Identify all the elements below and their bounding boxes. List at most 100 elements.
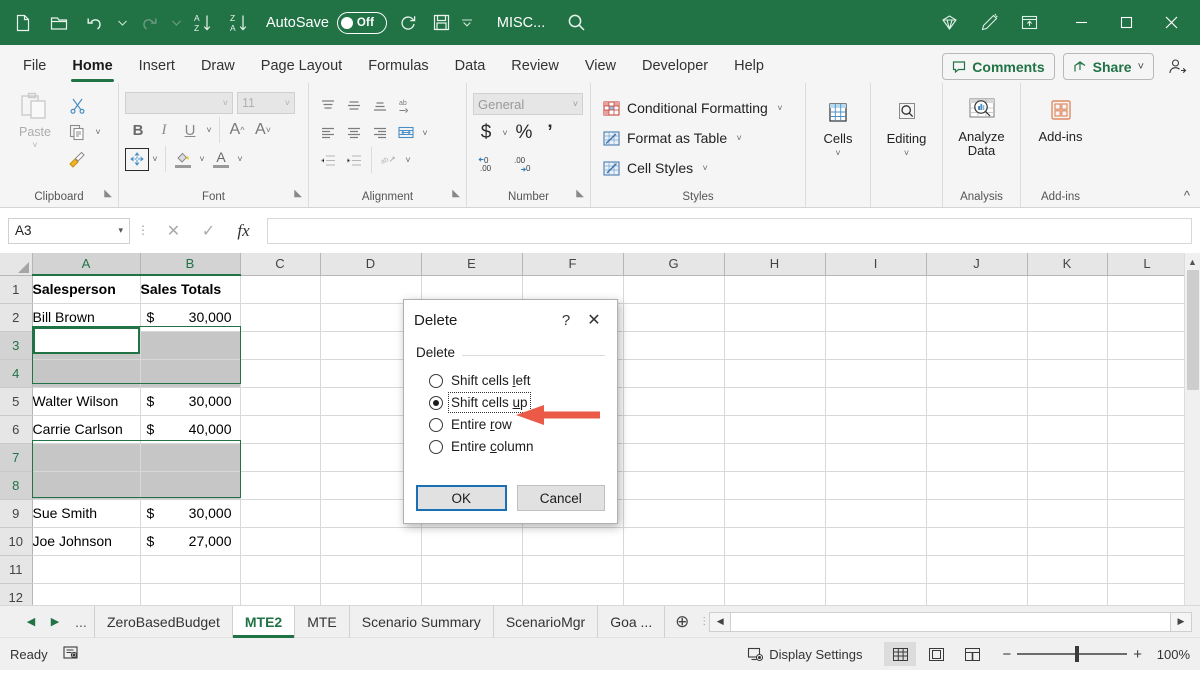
font-dialog-launcher[interactable]: ◣	[294, 184, 302, 204]
row-header-3[interactable]: 3	[0, 331, 32, 359]
normal-view-icon[interactable]	[884, 642, 916, 666]
cell-b10[interactable]: $27,000	[140, 527, 240, 555]
row-header-7[interactable]: 7	[0, 443, 32, 471]
undo-caret-icon[interactable]	[114, 6, 130, 40]
cell-l10[interactable]	[1107, 527, 1187, 555]
cell-g9[interactable]	[623, 499, 724, 527]
cell-b2[interactable]: $30,000	[140, 303, 240, 331]
cell-g7[interactable]	[623, 443, 724, 471]
cell-h2[interactable]	[724, 303, 825, 331]
ribbon-tab-draw[interactable]: Draw	[188, 49, 248, 83]
page-break-view-icon[interactable]	[956, 642, 988, 666]
cell-c2[interactable]	[240, 303, 320, 331]
share-button[interactable]: Share ˅	[1063, 53, 1154, 80]
cell-a1[interactable]: Salesperson	[32, 275, 140, 303]
name-box-caret-icon[interactable]: ▾	[118, 225, 123, 236]
row-header-2[interactable]: 2	[0, 303, 32, 331]
decrease-decimal-button[interactable]: .000	[510, 151, 536, 177]
cell-l1[interactable]	[1107, 275, 1187, 303]
name-box[interactable]: A3 ▾	[8, 218, 130, 244]
cell-e10[interactable]	[421, 527, 522, 555]
close-button[interactable]	[1149, 0, 1194, 45]
row-header-12[interactable]: 12	[0, 583, 32, 605]
refresh-icon[interactable]	[391, 6, 425, 40]
copy-icon[interactable]	[64, 120, 90, 144]
cell-a11[interactable]	[32, 555, 140, 583]
insert-function-icon[interactable]: fx	[226, 218, 261, 244]
cell-k12[interactable]	[1027, 583, 1107, 605]
sheet-tab-scenariomgr[interactable]: ScenarioMgr	[493, 606, 597, 638]
text-rotation-caret-icon[interactable]: ˅	[402, 155, 414, 165]
cell-h1[interactable]	[724, 275, 825, 303]
zoom-track[interactable]	[1017, 653, 1127, 655]
sheet-tab-goal[interactable]: Goa ...	[597, 606, 665, 638]
align-center-icon[interactable]	[341, 120, 367, 145]
cell-c12[interactable]	[240, 583, 320, 605]
accounting-format-button[interactable]: $	[473, 120, 499, 146]
cell-g10[interactable]	[623, 527, 724, 555]
cell-j3[interactable]	[926, 331, 1027, 359]
radio-shift-cells-left[interactable]: Shift cells left	[429, 373, 605, 388]
cell-h6[interactable]	[724, 415, 825, 443]
sort-za-icon[interactable]: Z A	[222, 6, 256, 40]
column-header-c[interactable]: C	[240, 253, 320, 275]
select-all-corner[interactable]	[0, 253, 32, 275]
formula-bar-grip[interactable]: ⋮	[136, 228, 150, 233]
cell-g12[interactable]	[623, 583, 724, 605]
sheet-tab-mte[interactable]: MTE	[294, 606, 349, 638]
fill-color-caret-icon[interactable]: ˅	[196, 154, 208, 164]
cell-k3[interactable]	[1027, 331, 1107, 359]
present-icon[interactable]	[1009, 6, 1049, 40]
cell-f10[interactable]	[522, 527, 623, 555]
zoom-in-button[interactable]: +	[1133, 646, 1142, 663]
cell-l6[interactable]	[1107, 415, 1187, 443]
ribbon-tab-developer[interactable]: Developer	[629, 49, 721, 83]
cell-b1[interactable]: Sales Totals	[140, 275, 240, 303]
cell-h4[interactable]	[724, 359, 825, 387]
format-as-table-caret-icon[interactable]: ˅	[733, 133, 745, 143]
analyze-data-button[interactable]: Analyze Data	[949, 93, 1014, 158]
column-header-l[interactable]: L	[1107, 253, 1187, 275]
column-header-g[interactable]: G	[623, 253, 724, 275]
cell-g3[interactable]	[623, 331, 724, 359]
ribbon-tab-page-layout[interactable]: Page Layout	[248, 49, 355, 83]
ribbon-tab-file[interactable]: File	[10, 49, 59, 83]
hscroll-right-arrow[interactable]: ▶	[1170, 612, 1192, 632]
cell-g5[interactable]	[623, 387, 724, 415]
horizontal-scrollbar[interactable]: ◀ ▶	[709, 611, 1192, 633]
minimize-button[interactable]	[1059, 0, 1104, 45]
underline-caret-icon[interactable]: ˅	[203, 125, 215, 135]
paste-caret-icon[interactable]: ˅	[29, 140, 41, 150]
cells-caret-icon[interactable]: ˅	[832, 148, 844, 158]
cell-l8[interactable]	[1107, 471, 1187, 499]
increase-decimal-button[interactable]: 0.00	[476, 151, 502, 177]
search-icon[interactable]	[559, 6, 593, 40]
conditional-formatting-caret-icon[interactable]: ˅	[774, 103, 786, 113]
cell-k9[interactable]	[1027, 499, 1107, 527]
conditional-formatting-button[interactable]: Conditional Formatting ˅	[601, 94, 786, 122]
text-rotation-icon[interactable]: ab	[376, 148, 402, 173]
cell-g11[interactable]	[623, 555, 724, 583]
cell-d10[interactable]	[320, 527, 421, 555]
cell-a12[interactable]	[32, 583, 140, 605]
fill-color-button[interactable]	[170, 146, 196, 172]
sheet-nav-more[interactable]: ...	[68, 614, 94, 630]
cell-b12[interactable]	[140, 583, 240, 605]
row-header-5[interactable]: 5	[0, 387, 32, 415]
cell-c3[interactable]	[240, 331, 320, 359]
cell-b7[interactable]	[140, 443, 240, 471]
cell-j9[interactable]	[926, 499, 1027, 527]
cell-i10[interactable]	[825, 527, 926, 555]
comma-format-button[interactable]: ’	[537, 120, 563, 146]
column-header-i[interactable]: I	[825, 253, 926, 275]
merge-and-center-icon[interactable]	[393, 120, 419, 145]
cell-g8[interactable]	[623, 471, 724, 499]
confirm-entry-icon[interactable]: ✓	[191, 218, 226, 244]
sheet-tab-scenario-summary[interactable]: Scenario Summary	[349, 606, 493, 638]
cell-i2[interactable]	[825, 303, 926, 331]
cell-a2[interactable]: Bill Brown	[32, 303, 140, 331]
sheet-tab-mte2[interactable]: MTE2	[232, 606, 294, 638]
cell-k5[interactable]	[1027, 387, 1107, 415]
column-header-k[interactable]: K	[1027, 253, 1107, 275]
dialog-close-icon[interactable]: ✕	[579, 310, 609, 330]
